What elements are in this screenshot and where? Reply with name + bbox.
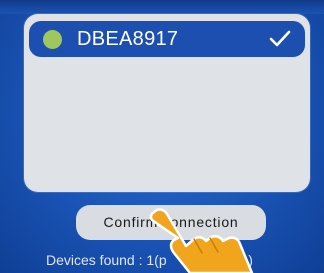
top-bar [0,0,324,14]
tapping-hand-icon [149,208,254,273]
app-screen: DBEA8917 Confirm connection Devices foun… [0,0,324,273]
device-list-item[interactable]: DBEA8917 [29,21,305,57]
device-status-dot [43,30,62,49]
device-list-panel: DBEA8917 [24,14,310,192]
checkmark-icon [269,30,291,47]
device-name: DBEA8917 [77,28,179,50]
